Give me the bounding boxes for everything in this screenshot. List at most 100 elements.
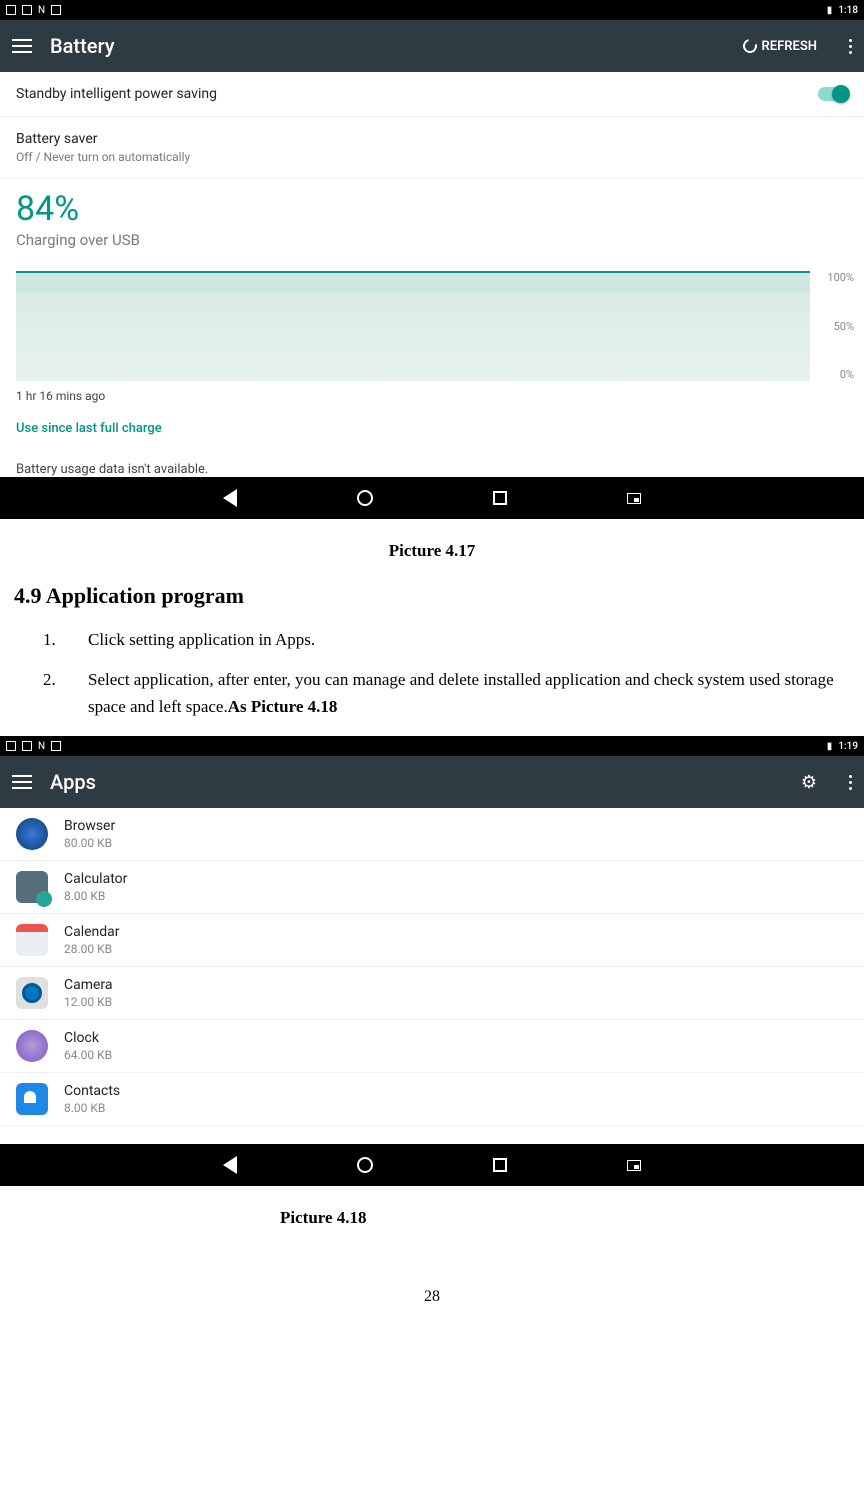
y-100: 100% (816, 271, 854, 284)
menu-icon[interactable] (12, 775, 32, 789)
app-icon (16, 818, 48, 850)
app-bar: Battery REFRESH (0, 20, 864, 72)
overflow-icon[interactable] (849, 39, 852, 54)
battery-unavailable-text: Battery usage data isn't available. (0, 448, 864, 477)
nav-pip-icon[interactable] (627, 1160, 641, 1171)
app-icon (16, 1083, 48, 1115)
status-icons-left-2: N (6, 741, 61, 752)
status-icons-right: ▮ 1:18 (827, 5, 858, 16)
app-row[interactable]: Camera12.00 KB (0, 967, 864, 1020)
overflow-icon[interactable] (849, 775, 852, 790)
chart-timestamp: 1 hr 16 mins ago (0, 381, 864, 403)
app-name: Clock (64, 1030, 112, 1046)
app-bar-2: Apps ⚙ (0, 756, 864, 808)
gear-icon[interactable]: ⚙ (801, 772, 817, 793)
app-size: 8.00 KB (64, 889, 127, 903)
app-row[interactable]: Browser 80.00 KB (0, 808, 864, 861)
instruction-list: Click setting application in Apps. Selec… (60, 627, 864, 720)
standby-title: Standby intelligent power saving (16, 86, 217, 102)
n-icon: N (38, 741, 45, 752)
app-text: Contacts 8.00 KB (64, 1083, 120, 1115)
battery-status-icon: ▮ (827, 741, 833, 752)
instruction-2: Select application, after enter, you can… (60, 667, 864, 720)
battery-chart[interactable]: 100% 50% 0% (0, 271, 864, 381)
section-title: Application program (46, 583, 244, 608)
battery-summary: 84% Charging over USB (0, 179, 864, 253)
gallery-icon (6, 741, 16, 751)
n-icon: N (38, 5, 45, 16)
app-size: 8.00 KB (64, 1101, 120, 1115)
app-icon (51, 5, 61, 15)
status-icons-right-2: ▮ 1:19 (827, 741, 858, 752)
status-bar: N ▮ 1:18 (0, 0, 864, 20)
app-icon (16, 871, 48, 903)
page-number: 28 (0, 1288, 864, 1306)
app-icon (51, 741, 61, 751)
nav-bar-2 (0, 1144, 864, 1186)
app-text: Clock 64.00 KB (64, 1030, 112, 1062)
instruction-2-bold: As Picture 4.18 (228, 697, 338, 716)
app-name: Browser (64, 818, 115, 834)
nav-home-icon[interactable] (357, 490, 373, 506)
refresh-icon (740, 36, 759, 55)
nav-back-icon[interactable] (223, 489, 237, 507)
nav-home-icon[interactable] (357, 1157, 373, 1173)
clock-text: 1:18 (838, 5, 858, 16)
apps-list[interactable]: Browser 80.00 KB Calculator 8.00 KB Calendar… (0, 808, 864, 1126)
spacer (0, 1126, 864, 1144)
app-name: Calculator (64, 871, 127, 887)
app-size: 64.00 KB (64, 1048, 112, 1062)
status-bar-2: N ▮ 1:19 (0, 736, 864, 756)
nav-pip-icon[interactable] (627, 493, 641, 504)
use-since-link[interactable]: Use since last full charge (0, 403, 864, 448)
instruction-1: Click setting application in Apps. (60, 627, 864, 653)
app-row[interactable]: Clock 64.00 KB (0, 1020, 864, 1073)
app-row[interactable]: Calendar 28.00 KB (0, 914, 864, 967)
refresh-label: REFRESH (762, 39, 817, 54)
caption-2: Picture 4.18 (0, 1208, 864, 1228)
nav-recent-icon[interactable] (493, 1158, 507, 1172)
battery-status-text: Charging over USB (16, 231, 848, 249)
y-0: 0% (816, 368, 854, 381)
section-number: 4.9 (14, 583, 42, 608)
battery-chart-area (16, 271, 810, 381)
clock-text-2: 1:19 (838, 741, 858, 752)
battery-percent: 84% (16, 189, 848, 229)
app-bar-title-2: Apps (50, 770, 783, 794)
sd-icon (22, 741, 32, 751)
app-row[interactable]: Calculator 8.00 KB (0, 861, 864, 914)
battery-saver-sub: Off / Never turn on automatically (16, 150, 190, 164)
app-icon (16, 977, 48, 1009)
section-heading: 4.9 Application program (14, 583, 864, 609)
app-row[interactable]: Contacts 8.00 KB (0, 1073, 864, 1126)
battery-saver-title: Battery saver (16, 131, 190, 147)
app-size: 28.00 KB (64, 942, 120, 956)
app-text: Calendar 28.00 KB (64, 924, 120, 956)
standby-row[interactable]: Standby intelligent power saving (0, 72, 864, 117)
battery-saver-row[interactable]: Battery saver Off / Never turn on automa… (0, 117, 864, 179)
instruction-2-text: Select application, after enter, you can… (88, 670, 834, 715)
y-50: 50% (816, 320, 854, 333)
caption-1: Picture 4.17 (0, 541, 864, 561)
app-icon (16, 924, 48, 956)
app-size: 80.00 KB (64, 836, 115, 850)
nav-back-icon[interactable] (223, 1156, 237, 1174)
battery-status-icon: ▮ (827, 5, 833, 16)
app-text: Browser 80.00 KB (64, 818, 115, 850)
screenshot-apps: N ▮ 1:19 Apps ⚙ Browser 80.00 KB Calculato… (0, 736, 864, 1186)
app-text: Calculator 8.00 KB (64, 871, 127, 903)
screenshot-battery: N ▮ 1:18 Battery REFRESH Standby intelli… (0, 0, 864, 519)
app-text: Camera12.00 KB (64, 977, 113, 1009)
app-name: Calendar (64, 924, 120, 940)
app-size: 12.00 KB (64, 995, 113, 1009)
nav-bar (0, 477, 864, 519)
sd-icon (22, 5, 32, 15)
app-bar-title: Battery (50, 34, 725, 58)
menu-icon[interactable] (12, 39, 32, 53)
refresh-button[interactable]: REFRESH (743, 39, 817, 54)
status-icons-left: N (6, 5, 61, 16)
app-name: Contacts (64, 1083, 120, 1099)
standby-toggle[interactable] (818, 87, 848, 101)
battery-chart-y-labels: 100% 50% 0% (810, 271, 854, 381)
nav-recent-icon[interactable] (493, 491, 507, 505)
